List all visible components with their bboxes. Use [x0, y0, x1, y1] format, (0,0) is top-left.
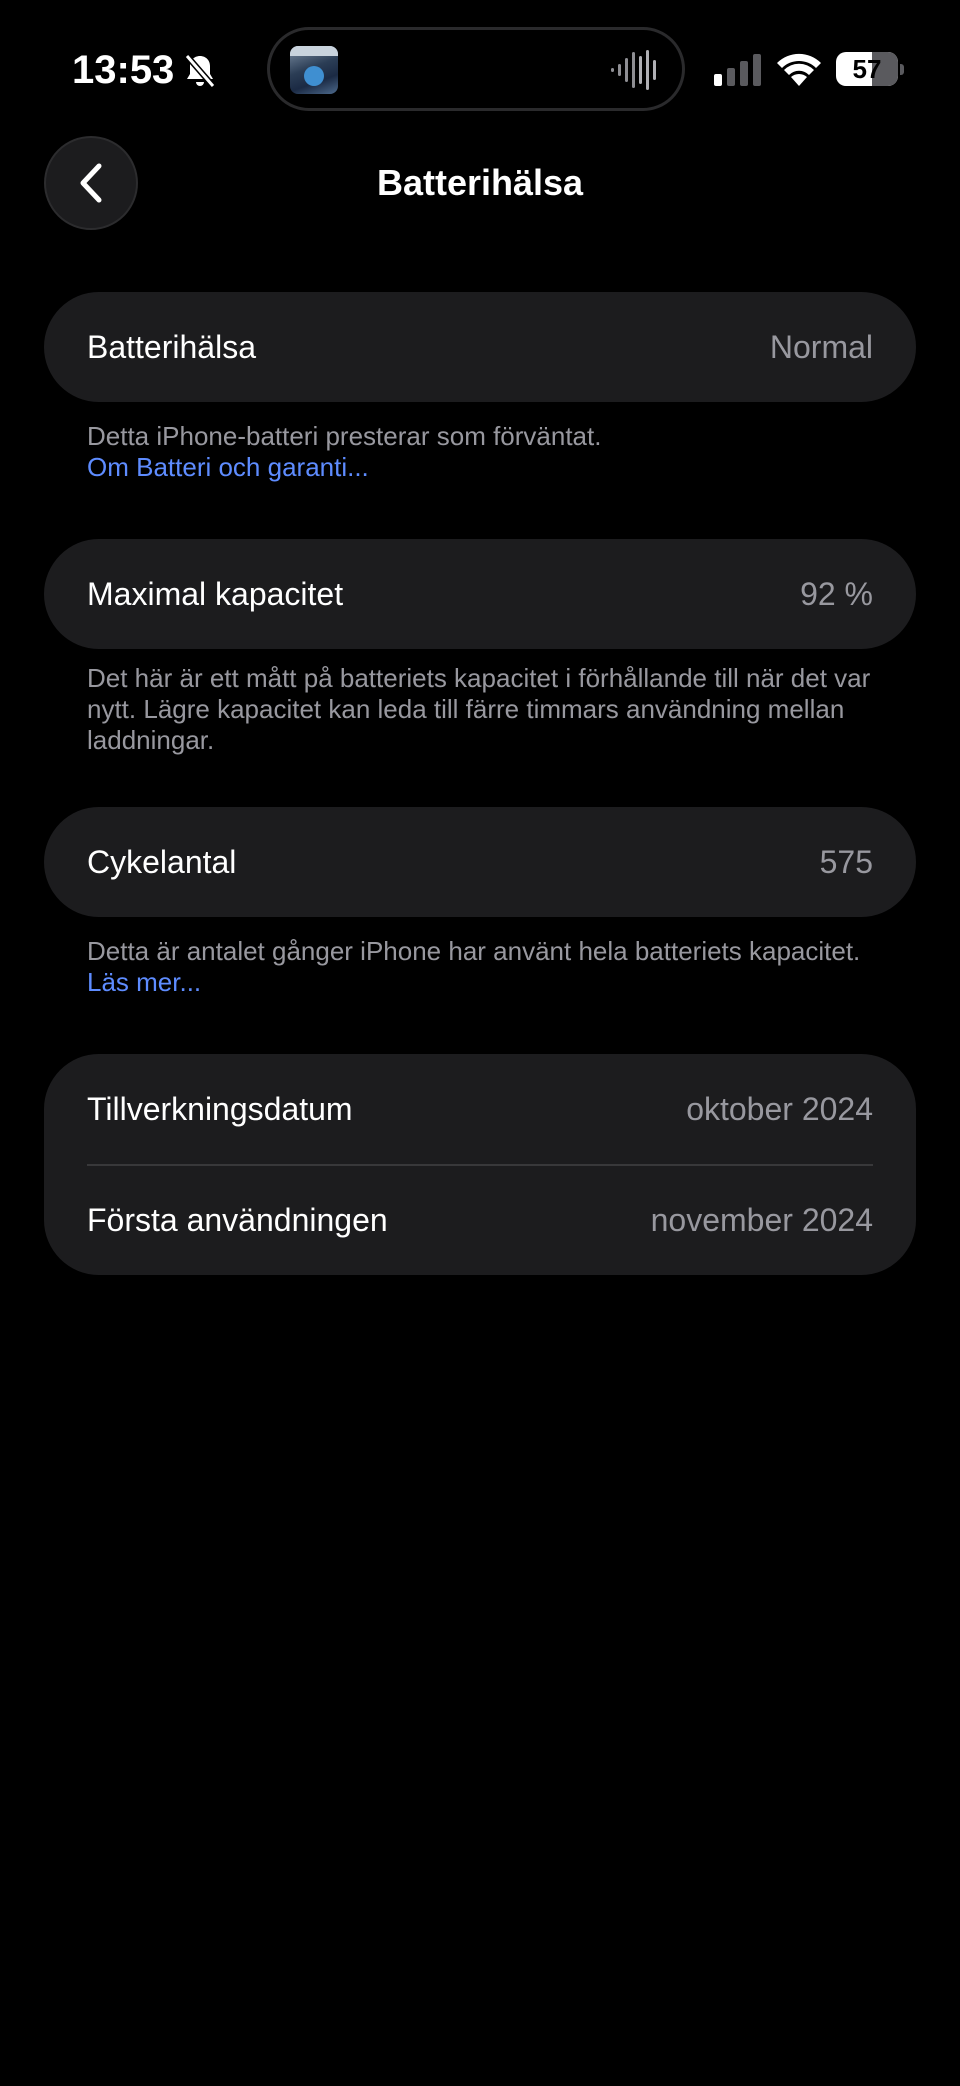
- battery-health-row: Batterihälsa Normal: [87, 292, 873, 402]
- read-more-link[interactable]: Läs mer...: [87, 967, 201, 997]
- cycle-count-row: Cykelantal 575: [87, 807, 873, 917]
- first-use-label: Första användningen: [87, 1201, 388, 1238]
- cycle-count-footnote: Detta är antalet gånger iPhone har använ…: [87, 936, 887, 998]
- manufacture-date-label: Tillverkningsdatum: [87, 1090, 353, 1127]
- battery-health-footnote: Detta iPhone-batteri presterar som förvä…: [87, 421, 887, 483]
- wifi-icon: [777, 53, 821, 86]
- dates-card: Tillverkningsdatum oktober 2024 Första a…: [44, 1054, 916, 1275]
- cycle-count-description: Detta är antalet gånger iPhone har använ…: [87, 936, 861, 966]
- manufacture-date-value: oktober 2024: [686, 1090, 873, 1127]
- battery-cap: [900, 64, 904, 75]
- manufacture-date-row: Tillverkningsdatum oktober 2024: [87, 1054, 873, 1164]
- first-use-value: november 2024: [650, 1201, 873, 1238]
- cellular-signal-icon: [714, 54, 761, 86]
- bell-slash-icon: [184, 54, 216, 88]
- battery-icon: 57: [836, 52, 904, 86]
- max-capacity-value: 92 %: [800, 575, 873, 612]
- max-capacity-row: Maximal kapacitet 92 %: [87, 539, 873, 649]
- max-capacity-label: Maximal kapacitet: [87, 575, 344, 612]
- battery-health-card: Batterihälsa Normal: [44, 292, 916, 402]
- status-time: 13:53: [72, 48, 175, 92]
- battery-health-value: Normal: [769, 328, 873, 365]
- status-bar: 13:53 57: [0, 0, 960, 140]
- battery-warranty-link[interactable]: Om Batteri och garanti...: [87, 452, 887, 483]
- first-use-row: Första användningen november 2024: [87, 1165, 873, 1275]
- max-capacity-description: Det här är ett mått på batteriets kapaci…: [87, 663, 871, 755]
- battery-health-description: Detta iPhone-batteri presterar som förvä…: [87, 421, 602, 451]
- waveform-icon: [611, 50, 656, 90]
- battery-level: 57: [836, 52, 898, 86]
- dynamic-island[interactable]: [267, 27, 685, 111]
- page-title: Batterihälsa: [376, 162, 584, 203]
- cycle-count-card: Cykelantal 575: [44, 807, 916, 917]
- max-capacity-footnote: Det här är ett mått på batteriets kapaci…: [87, 663, 887, 756]
- cycle-count-value: 575: [819, 843, 873, 880]
- cycle-count-label: Cykelantal: [87, 843, 237, 880]
- album-art[interactable]: [290, 46, 338, 94]
- battery-health-label: Batterihälsa: [87, 328, 256, 365]
- max-capacity-card: Maximal kapacitet 92 %: [44, 539, 916, 649]
